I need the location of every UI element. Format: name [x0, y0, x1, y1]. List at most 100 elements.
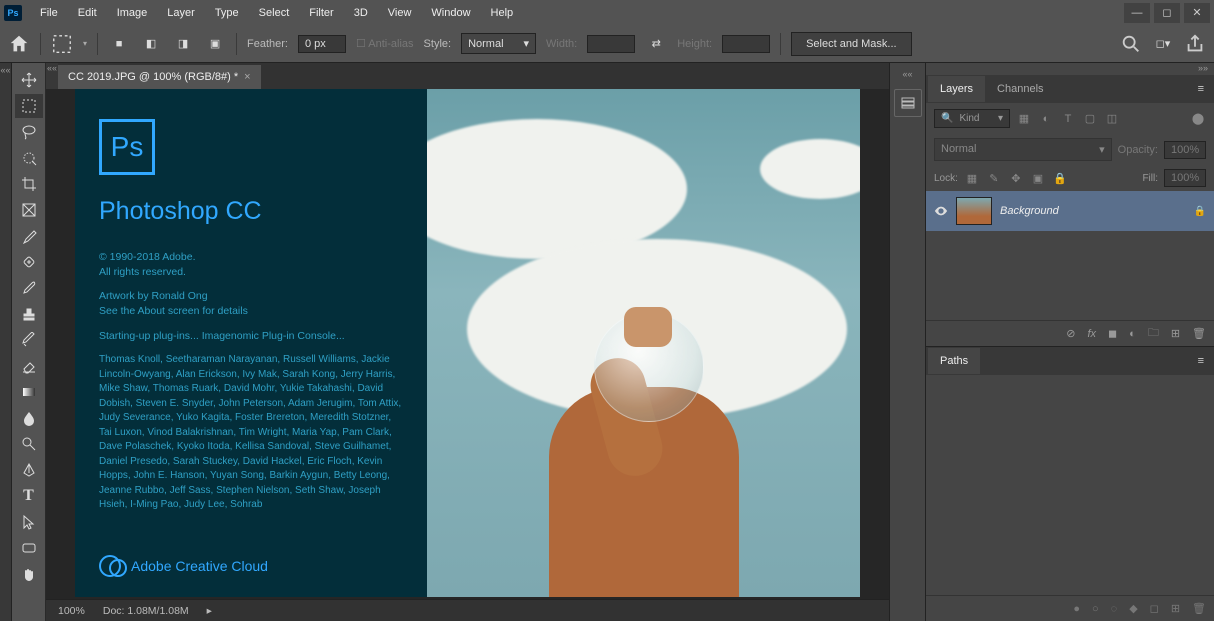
new-path-icon[interactable]: ⊞ — [1171, 602, 1180, 615]
selection-path-icon[interactable]: ◌ — [1111, 603, 1118, 615]
menu-edit[interactable]: Edit — [68, 3, 107, 23]
brush-tool[interactable] — [15, 276, 43, 300]
intersect-selection-icon[interactable]: ▣ — [204, 33, 226, 55]
window-controls: — ◻ ✕ — [1120, 3, 1210, 23]
marquee-tool[interactable] — [15, 94, 43, 118]
subtract-selection-icon[interactable]: ◨ — [172, 33, 194, 55]
panels-collapse[interactable]: »» — [926, 63, 1214, 75]
canvas[interactable]: Ps Photoshop CC © 1990-2018 Adobe. All r… — [75, 89, 860, 597]
filter-shape-icon[interactable]: ▢ — [1082, 111, 1098, 127]
panel-menu-icon[interactable]: ≡ — [1190, 83, 1212, 95]
select-and-mask-button[interactable]: Select and Mask... — [791, 32, 912, 56]
stroke-path-icon[interactable]: ○ — [1092, 603, 1099, 615]
menu-3d[interactable]: 3D — [344, 3, 378, 23]
marquee-tool-icon[interactable] — [51, 33, 73, 55]
filter-kind-dropdown[interactable]: 🔍 Kind ▾ — [934, 109, 1010, 128]
layer-row[interactable]: Background 🔒 — [926, 191, 1214, 231]
app-icon: Ps — [4, 5, 22, 21]
filter-toggle-icon[interactable]: ⬤ — [1190, 111, 1206, 127]
new-layer-icon[interactable]: ⊞ — [1171, 327, 1180, 340]
minimize-button[interactable]: — — [1124, 3, 1150, 23]
lock-all-icon[interactable]: 🔒 — [1052, 170, 1068, 186]
dodge-tool[interactable] — [15, 432, 43, 456]
share-icon[interactable] — [1184, 33, 1206, 55]
main-menu: File Edit Image Layer Type Select Filter… — [30, 3, 523, 23]
blur-tool[interactable] — [15, 406, 43, 430]
history-brush-tool[interactable] — [15, 328, 43, 352]
tab-channels[interactable]: Channels — [985, 76, 1055, 102]
quick-select-tool[interactable] — [15, 146, 43, 170]
lock-transparent-icon[interactable]: ▦ — [964, 170, 980, 186]
tab-paths[interactable]: Paths — [928, 348, 980, 374]
group-icon[interactable]: 🗀 — [1148, 324, 1159, 343]
path-select-tool[interactable] — [15, 510, 43, 534]
lasso-tool[interactable] — [15, 120, 43, 144]
height-input — [722, 35, 770, 53]
rectangle-tool[interactable] — [15, 536, 43, 560]
search-icon[interactable] — [1120, 33, 1142, 55]
style-dropdown[interactable]: Normal▾ — [461, 33, 536, 54]
add-selection-icon[interactable]: ◧ — [140, 33, 162, 55]
type-tool[interactable]: T — [15, 484, 43, 508]
lock-artboard-icon[interactable]: ▣ — [1030, 170, 1046, 186]
visibility-icon[interactable] — [934, 204, 948, 218]
make-path-icon[interactable]: ◆ — [1129, 602, 1137, 615]
status-arrow-icon[interactable]: ▸ — [207, 605, 212, 617]
feather-input[interactable] — [298, 35, 346, 53]
tabs-collapse[interactable]: «« — [46, 63, 58, 89]
menu-view[interactable]: View — [378, 3, 422, 23]
filter-pixel-icon[interactable]: ▦ — [1016, 111, 1032, 127]
mask-icon[interactable]: ◼ — [1108, 327, 1117, 340]
gradient-tool[interactable] — [15, 380, 43, 404]
new-selection-icon[interactable]: ■ — [108, 33, 130, 55]
zoom-level[interactable]: 100% — [58, 605, 85, 617]
layer-lock-icon[interactable]: 🔒 — [1194, 206, 1206, 217]
filter-adjust-icon[interactable]: ◐ — [1038, 111, 1054, 127]
menu-filter[interactable]: Filter — [299, 3, 343, 23]
layer-name[interactable]: Background — [1000, 205, 1186, 217]
fx-icon[interactable]: fx — [1087, 328, 1096, 340]
stamp-tool[interactable] — [15, 302, 43, 326]
lock-label: Lock: — [934, 173, 958, 184]
eyedropper-tool[interactable] — [15, 224, 43, 248]
menu-window[interactable]: Window — [421, 3, 480, 23]
hand-tool[interactable] — [15, 562, 43, 586]
delete-path-icon[interactable]: 🗑 — [1192, 602, 1206, 615]
menu-layer[interactable]: Layer — [157, 3, 205, 23]
crop-tool[interactable] — [15, 172, 43, 196]
menu-file[interactable]: File — [30, 3, 68, 23]
menu-select[interactable]: Select — [249, 3, 300, 23]
history-panel-icon[interactable] — [894, 89, 922, 117]
doc-size[interactable]: Doc: 1.08M/1.08M — [103, 605, 189, 617]
move-tool[interactable] — [15, 68, 43, 92]
document-tab[interactable]: CC 2019.JPG @ 100% (RGB/8#) * × — [58, 65, 261, 89]
paths-list — [926, 375, 1214, 595]
link-layers-icon[interactable]: ⊘ — [1066, 327, 1075, 340]
workspace-icon[interactable]: ◻▾ — [1152, 33, 1174, 55]
layer-thumbnail[interactable] — [956, 197, 992, 225]
credits-text: Thomas Knoll, Seetharaman Narayanan, Rus… — [99, 353, 403, 513]
filter-type-icon[interactable]: T — [1060, 111, 1076, 127]
frame-tool[interactable] — [15, 198, 43, 222]
menu-image[interactable]: Image — [107, 3, 158, 23]
pen-tool[interactable] — [15, 458, 43, 482]
tab-layers[interactable]: Layers — [928, 76, 985, 102]
mask-path-icon[interactable]: ◻ — [1150, 602, 1159, 615]
delete-layer-icon[interactable]: 🗑 — [1192, 327, 1206, 340]
toolbar-collapse[interactable]: «« — [0, 63, 12, 621]
eraser-tool[interactable] — [15, 354, 43, 378]
lock-image-icon[interactable]: ✎ — [986, 170, 1002, 186]
panel-expand[interactable]: «« — [890, 69, 925, 81]
adjustment-icon[interactable]: ◐ — [1129, 328, 1136, 340]
home-icon[interactable] — [8, 33, 30, 55]
tab-close-icon[interactable]: × — [244, 71, 250, 83]
maximize-button[interactable]: ◻ — [1154, 3, 1180, 23]
menu-help[interactable]: Help — [481, 3, 524, 23]
fill-path-icon[interactable]: ● — [1073, 603, 1080, 615]
healing-tool[interactable] — [15, 250, 43, 274]
close-button[interactable]: ✕ — [1184, 3, 1210, 23]
menu-type[interactable]: Type — [205, 3, 249, 23]
paths-menu-icon[interactable]: ≡ — [1190, 355, 1212, 367]
lock-position-icon[interactable]: ✥ — [1008, 170, 1024, 186]
filter-smart-icon[interactable]: ◫ — [1104, 111, 1120, 127]
